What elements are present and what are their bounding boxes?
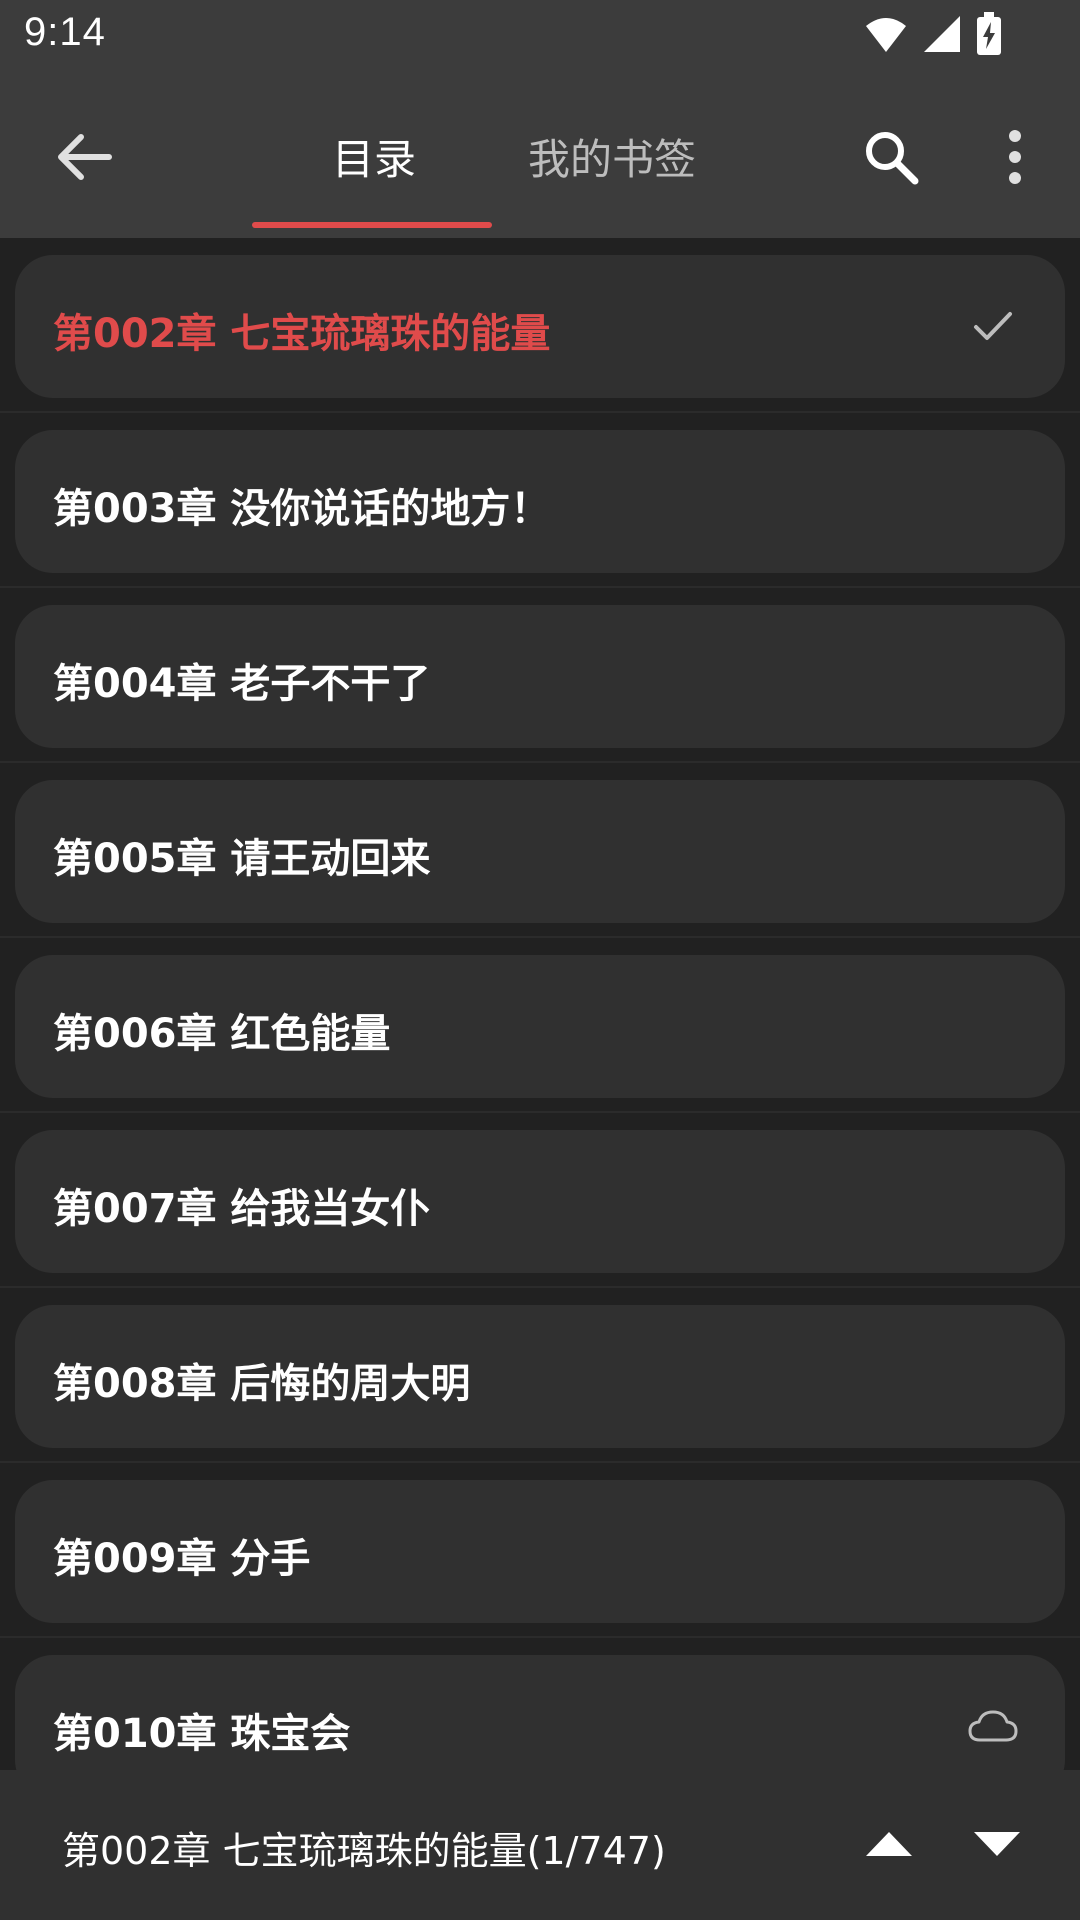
arrow-down-icon xyxy=(974,1832,1020,1856)
chapter-row[interactable]: 第005章 请王动回来 xyxy=(0,763,1080,938)
chapter-title: 第007章 给我当女仆 xyxy=(53,1186,431,1232)
chapter-row[interactable]: 第003章 没你说话的地方！ xyxy=(0,413,1080,588)
chapter-card[interactable]: 第004章 老子不干了 xyxy=(15,605,1065,748)
more-vert-icon xyxy=(1009,130,1021,184)
chapter-title: 第006章 红色能量 xyxy=(53,1011,391,1057)
chapter-title: 第004章 老子不干了 xyxy=(53,661,431,707)
chapter-card[interactable]: 第007章 给我当女仆 xyxy=(15,1130,1065,1273)
back-button[interactable] xyxy=(50,122,120,192)
chapter-row[interactable]: 第004章 老子不干了 xyxy=(0,588,1080,763)
wifi-icon xyxy=(864,14,908,58)
chapter-title: 第009章 分手 xyxy=(53,1536,311,1582)
bottom-bar: 第002章 七宝琉璃珠的能量(1/747) xyxy=(0,1770,1080,1920)
check-icon xyxy=(965,301,1021,351)
chapter-row[interactable]: 第009章 分手 xyxy=(0,1463,1080,1638)
cloud-icon xyxy=(965,1701,1021,1751)
chapter-card[interactable]: 第003章 没你说话的地方！ xyxy=(15,430,1065,573)
status-time: 9:14 xyxy=(24,10,106,54)
chapter-title: 第005章 请王动回来 xyxy=(53,836,431,882)
search-icon xyxy=(866,132,919,185)
chapter-card[interactable]: 第010章 珠宝会 xyxy=(15,1655,1065,1770)
signal-icon xyxy=(922,14,962,58)
back-arrow-icon xyxy=(58,134,112,180)
chapter-row[interactable]: 第002章 七宝琉璃珠的能量 xyxy=(0,238,1080,413)
battery-charging-icon xyxy=(976,12,1002,60)
arrow-up-icon xyxy=(866,1832,912,1856)
chapter-row[interactable]: 第010章 珠宝会 xyxy=(0,1638,1080,1770)
chapter-title: 第003章 没你说话的地方！ xyxy=(53,486,551,532)
tab-toc[interactable]: 目录 xyxy=(332,126,416,187)
chapter-card[interactable]: 第006章 红色能量 xyxy=(15,955,1065,1098)
chapter-title: 第002章 七宝琉璃珠的能量 xyxy=(53,311,551,357)
chapter-list[interactable]: 第002章 七宝琉璃珠的能量 第003章 没你说话的地方！ 第004章 老子不干… xyxy=(0,238,1080,1770)
more-options-button[interactable] xyxy=(980,122,1050,192)
chapter-title: 第008章 后悔的周大明 xyxy=(53,1361,471,1407)
chapter-row[interactable]: 第007章 给我当女仆 xyxy=(0,1113,1080,1288)
toolbar: 目录 我的书签 xyxy=(0,72,1080,238)
tab-bookmarks[interactable]: 我的书签 xyxy=(528,126,696,187)
search-button[interactable] xyxy=(856,122,926,192)
chapter-card[interactable]: 第009章 分手 xyxy=(15,1480,1065,1623)
status-icons xyxy=(864,12,1002,60)
chapter-card[interactable]: 第008章 后悔的周大明 xyxy=(15,1305,1065,1448)
chapter-row[interactable]: 第006章 红色能量 xyxy=(0,938,1080,1113)
scroll-down-button[interactable] xyxy=(966,1814,1028,1874)
status-bar: 9:14 xyxy=(0,0,1080,72)
chapter-card[interactable]: 第005章 请王动回来 xyxy=(15,780,1065,923)
chapter-card[interactable]: 第002章 七宝琉璃珠的能量 xyxy=(15,255,1065,398)
chapter-row[interactable]: 第008章 后悔的周大明 xyxy=(0,1288,1080,1463)
chapter-title: 第010章 珠宝会 xyxy=(53,1711,351,1757)
scroll-up-button[interactable] xyxy=(858,1814,920,1874)
tab-indicator xyxy=(252,222,492,228)
current-chapter-label[interactable]: 第002章 七宝琉璃珠的能量(1/747) xyxy=(62,1820,666,1875)
